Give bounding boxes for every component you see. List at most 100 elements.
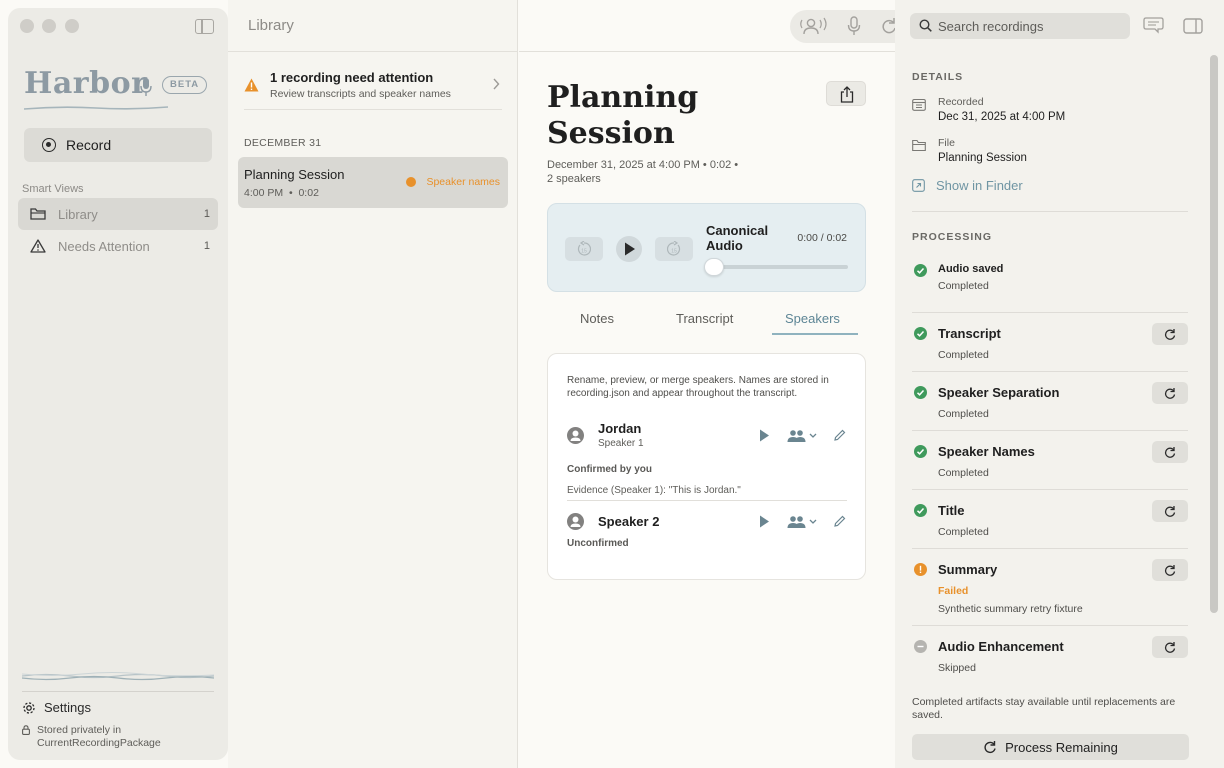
sidebar-item-needs-attention[interactable]: Needs Attention 1 xyxy=(18,230,218,262)
refresh-icon xyxy=(1164,506,1176,517)
process-remaining-button[interactable]: Process Remaining xyxy=(912,734,1189,760)
speaker-actions xyxy=(753,512,849,532)
speakers-icon[interactable] xyxy=(799,17,829,37)
inspector-panel: Search recordings DETAILS Recorded Dec 3… xyxy=(895,0,1224,768)
tab-transcript[interactable]: Transcript xyxy=(676,311,733,326)
search-input[interactable]: Search recordings xyxy=(910,13,1130,39)
step-divider xyxy=(912,371,1188,372)
skip-forward-seconds: 15 xyxy=(671,249,677,255)
reveal-in-finder-icon xyxy=(912,179,925,192)
recording-date-duration: December 31, 2025 at 4:00 PM • 0:02 • xyxy=(547,159,739,171)
page-title: Planning Session xyxy=(547,80,699,151)
list-header-title: Library xyxy=(248,17,294,34)
detail-tabs: Notes Transcript Speakers xyxy=(547,304,866,335)
share-button[interactable] xyxy=(826,81,866,106)
app-window: Harbor BETA Record Smart Views Library 1 xyxy=(0,0,1224,768)
step-name: Speaker Separation xyxy=(938,385,1060,400)
window-close-button[interactable] xyxy=(20,19,34,33)
player-title: Canonical Audio xyxy=(706,223,769,253)
refresh-icon xyxy=(1164,565,1176,576)
play-icon[interactable] xyxy=(759,515,770,528)
step-divider xyxy=(912,625,1188,626)
retry-button[interactable] xyxy=(1152,559,1188,581)
step-name: Transcript xyxy=(938,326,1001,341)
step-name: Title xyxy=(938,503,965,518)
merge-speakers-icon[interactable] xyxy=(787,429,819,443)
inspector-toggle-icon[interactable] xyxy=(1183,18,1203,34)
retry-button[interactable] xyxy=(1152,382,1188,404)
warning-icon xyxy=(244,78,259,92)
details-heading: DETAILS xyxy=(912,71,964,83)
speaker-actions xyxy=(753,426,849,446)
play-icon[interactable] xyxy=(759,429,770,442)
playback-scrubber[interactable] xyxy=(714,265,848,269)
sidebar-item-library[interactable]: Library 1 xyxy=(18,198,218,230)
step-status: Completed xyxy=(938,408,989,420)
refresh-icon xyxy=(1164,388,1176,399)
recording-time: 4:00 PM xyxy=(244,187,284,199)
step-name: Audio Enhancement xyxy=(938,639,1064,654)
record-label: Record xyxy=(66,137,112,153)
retry-button[interactable] xyxy=(1152,323,1188,345)
retry-button[interactable] xyxy=(1152,441,1188,463)
scrubber-handle[interactable] xyxy=(704,258,724,276)
recorded-value: Dec 31, 2025 at 4:00 PM xyxy=(938,111,1066,123)
skip-back-button[interactable]: 15 xyxy=(565,237,603,261)
attention-banner[interactable]: 1 recording need attention Review transc… xyxy=(244,70,502,110)
recording-list-item[interactable]: Planning Session 4:00 PM • 0:02 Speaker … xyxy=(238,157,508,208)
show-in-finder-link[interactable]: Show in Finder xyxy=(936,178,1023,193)
sidebar-toggle-icon[interactable] xyxy=(195,19,214,34)
inspector-scrollbar[interactable] xyxy=(1210,55,1218,613)
step-divider xyxy=(912,489,1188,490)
record-button[interactable]: Record xyxy=(24,128,212,162)
active-tab-indicator xyxy=(772,333,858,335)
step-name: Audio saved xyxy=(938,263,1004,275)
attention-title: 1 recording need attention xyxy=(270,70,434,85)
speaker-role: Speaker 1 xyxy=(598,438,644,449)
status-dot-icon xyxy=(406,177,417,187)
step-divider xyxy=(912,430,1188,431)
play-button[interactable] xyxy=(616,236,642,262)
checkmark-icon xyxy=(914,386,927,399)
chevron-right-icon xyxy=(493,78,500,90)
player-time: 0:00 / 0:02 xyxy=(797,232,847,244)
alert-icon xyxy=(914,563,927,576)
settings-button[interactable]: Settings xyxy=(22,700,91,715)
chat-icon[interactable] xyxy=(1141,17,1165,35)
window-zoom-button[interactable] xyxy=(65,19,79,33)
pencil-icon[interactable] xyxy=(833,515,846,528)
person-icon xyxy=(570,430,581,441)
window-minimize-button[interactable] xyxy=(42,19,56,33)
recorded-label: Recorded xyxy=(938,96,984,108)
skip-back-icon: 15 xyxy=(577,241,591,256)
file-value: Planning Session xyxy=(938,152,1027,164)
tab-notes[interactable]: Notes xyxy=(580,311,614,326)
artifacts-note: Completed artifacts stay available until… xyxy=(912,696,1176,721)
tab-speakers[interactable]: Speakers xyxy=(785,311,840,326)
checkmark-icon xyxy=(914,264,927,277)
pencil-icon[interactable] xyxy=(833,429,846,442)
speaker-status: Confirmed by you xyxy=(567,464,653,475)
warning-icon xyxy=(30,239,46,253)
attention-subtitle: Review transcripts and speaker names xyxy=(270,88,451,100)
retry-button[interactable] xyxy=(1152,636,1188,658)
recording-speaker-count: 2 speakers xyxy=(547,173,601,185)
merge-speakers-icon[interactable] xyxy=(787,515,819,529)
meta-separator: • xyxy=(286,187,296,199)
step-status: Completed xyxy=(938,467,989,479)
beta-badge: BETA xyxy=(162,76,208,94)
processing-heading: PROCESSING xyxy=(912,231,993,243)
audio-player: 15 15 Canonical Audio 0:00 / 0:02 xyxy=(547,203,866,292)
retry-button[interactable] xyxy=(1152,500,1188,522)
microphone-icon[interactable] xyxy=(847,16,861,36)
process-remaining-label: Process Remaining xyxy=(1005,739,1118,755)
skip-forward-button[interactable]: 15 xyxy=(655,237,693,261)
recording-title: Planning Session xyxy=(244,167,345,182)
speakers-panel: Rename, preview, or merge speakers. Name… xyxy=(547,353,866,580)
speaker-divider xyxy=(567,500,847,501)
search-icon xyxy=(919,19,932,32)
storage-note: Stored privately in CurrentRecordingPack… xyxy=(37,724,161,749)
step-name: Summary xyxy=(938,562,998,577)
speakers-description: Rename, preview, or merge speakers. Name… xyxy=(567,375,829,399)
refresh-icon xyxy=(1164,329,1176,340)
